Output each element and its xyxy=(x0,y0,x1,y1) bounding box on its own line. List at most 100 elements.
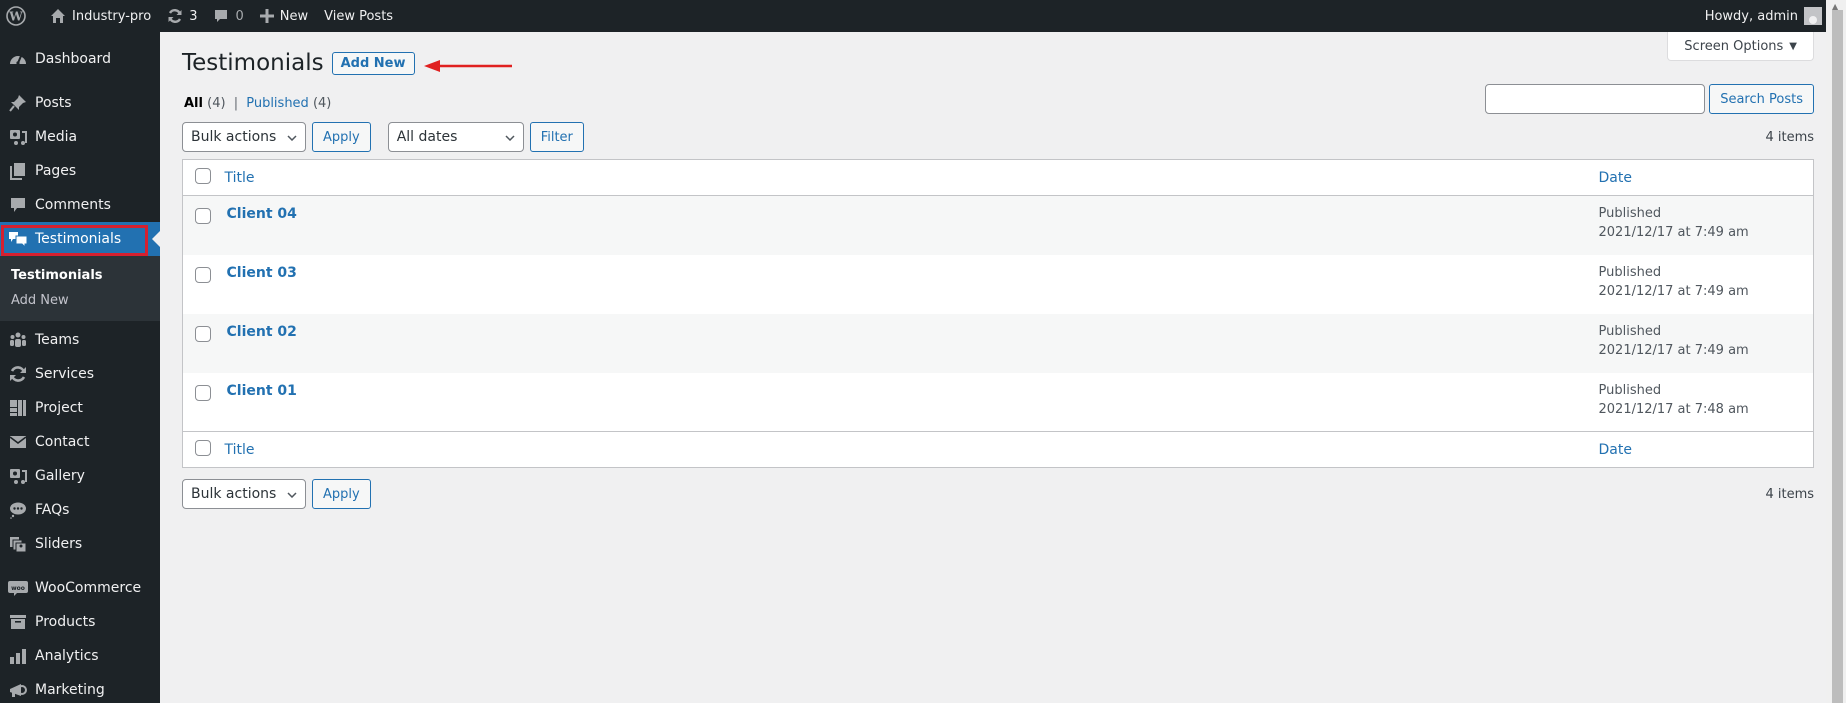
sidebar-item-media[interactable]: Media xyxy=(0,120,160,154)
filter-all-label: All xyxy=(184,96,203,111)
sidebar-item-label: Gallery xyxy=(35,468,85,484)
sidebar-item-label: Analytics xyxy=(35,648,99,664)
new-content-menu[interactable]: New xyxy=(252,0,316,32)
filter-separator: | xyxy=(233,96,239,111)
sidebar-item-products[interactable]: Products xyxy=(0,605,160,639)
format-chat-icon xyxy=(8,500,28,520)
wp-logo-menu[interactable]: W xyxy=(0,0,34,32)
sidebar-item-sliders[interactable]: Sliders xyxy=(0,527,160,561)
archive-icon xyxy=(8,612,28,632)
media-icon xyxy=(8,127,28,147)
sidebar-item-services[interactable]: Services xyxy=(0,357,160,391)
plus-icon xyxy=(259,9,274,23)
row-checkbox[interactable] xyxy=(195,384,211,401)
search-posts-button[interactable]: Search Posts xyxy=(1709,84,1814,114)
sidebar-item-contact[interactable]: Contact xyxy=(0,425,160,459)
page-scrollbar[interactable]: ▲ xyxy=(1826,0,1846,703)
sort-title-link[interactable]: Title xyxy=(225,170,255,186)
new-label: New xyxy=(279,8,309,24)
filter-published[interactable]: Published (4) xyxy=(246,96,331,111)
sidebar-item-faqs[interactable]: FAQs xyxy=(0,493,160,527)
page-title: Testimonials xyxy=(182,50,324,76)
slides-icon xyxy=(8,534,28,554)
sort-title-link-footer[interactable]: Title xyxy=(225,442,255,458)
update-icon xyxy=(167,8,183,24)
scrollbar-thumb[interactable] xyxy=(1832,10,1843,703)
sidebar-item-label: Pages xyxy=(35,163,77,179)
admin-sidebar: Dashboard Posts Media Pages Comments Tes… xyxy=(0,32,160,703)
media-icon xyxy=(8,466,28,486)
sidebar-item-testimonials[interactable]: Testimonials xyxy=(0,222,160,256)
sidebar-item-label: Dashboard xyxy=(35,51,111,67)
sidebar-item-project[interactable]: Project xyxy=(0,391,160,425)
pin-icon xyxy=(8,93,28,113)
portfolio-icon xyxy=(8,398,28,418)
chart-bar-icon xyxy=(8,646,28,666)
comments-menu[interactable]: 0 xyxy=(205,0,251,32)
select-all-cell xyxy=(183,160,225,196)
screen-options-button[interactable]: Screen Options ▼ xyxy=(1667,32,1814,61)
status-filter-links: All (4) | Published (4) xyxy=(184,96,331,111)
site-name-menu[interactable]: Industry-pro xyxy=(42,0,159,32)
table-row: Client 04 Published 2021/12/17 at 7:49 am xyxy=(182,195,1814,255)
sidebar-item-analytics[interactable]: Analytics xyxy=(0,639,160,673)
sidebar-item-gallery[interactable]: Gallery xyxy=(0,459,160,493)
bulk-actions-select-bottom[interactable]: Bulk actions xyxy=(182,479,306,509)
updates-count: 3 xyxy=(189,8,198,24)
select-all-checkbox[interactable] xyxy=(195,167,211,184)
svg-text:W: W xyxy=(8,10,23,24)
wordpress-logo-icon: W xyxy=(6,6,26,26)
sidebar-item-teams[interactable]: Teams xyxy=(0,323,160,357)
page-heading: Testimonials Add New xyxy=(182,50,415,76)
filter-published-count: (4) xyxy=(312,96,332,111)
sidebar-item-woocommerce[interactable]: woo WooCommerce xyxy=(0,571,160,605)
sidebar-item-label: Teams xyxy=(35,332,80,348)
home-icon xyxy=(50,8,66,24)
row-title-link[interactable]: Client 02 xyxy=(225,324,297,340)
row-date: 2021/12/17 at 7:49 am xyxy=(1598,342,1749,358)
tablenav-top: Bulk actions Apply All dates Filter 4 it… xyxy=(182,122,1814,152)
row-checkbox[interactable] xyxy=(195,266,211,283)
add-new-button[interactable]: Add New xyxy=(331,51,415,75)
caret-down-icon: ▼ xyxy=(1789,40,1797,52)
table-footer-row: Title Date xyxy=(182,431,1814,468)
bulk-actions-value: Bulk actions xyxy=(191,486,277,502)
submenu-item-add-new[interactable]: Add New xyxy=(0,288,160,313)
row-checkbox[interactable] xyxy=(195,325,211,342)
updates-menu[interactable]: 3 xyxy=(159,0,205,32)
filter-button[interactable]: Filter xyxy=(529,122,584,152)
row-title-link[interactable]: Client 04 xyxy=(225,206,297,222)
my-account-menu[interactable]: Howdy, admin xyxy=(1697,0,1826,32)
apply-button[interactable]: Apply xyxy=(312,122,371,152)
sidebar-item-marketing[interactable]: Marketing xyxy=(0,673,160,703)
select-all-checkbox-footer[interactable] xyxy=(195,439,211,456)
comment-icon xyxy=(213,8,229,24)
search-input[interactable] xyxy=(1485,84,1706,114)
table-row: Client 03 Published 2021/12/17 at 7:49 am xyxy=(183,255,1814,314)
filter-all[interactable]: All (4) xyxy=(184,96,226,111)
woo-icon: woo xyxy=(8,578,28,598)
sort-date-link-footer[interactable]: Date xyxy=(1599,442,1632,458)
submenu-item-testimonials[interactable]: Testimonials xyxy=(0,263,160,288)
chevron-down-icon xyxy=(287,488,297,501)
apply-button-bottom[interactable]: Apply xyxy=(312,479,371,509)
date-filter-select[interactable]: All dates xyxy=(387,122,524,152)
search-box: Search Posts xyxy=(1485,84,1814,114)
sidebar-item-posts[interactable]: Posts xyxy=(0,86,160,120)
chevron-down-icon xyxy=(287,131,297,144)
sort-date-link[interactable]: Date xyxy=(1599,170,1632,186)
row-date: 2021/12/17 at 7:49 am xyxy=(1598,225,1749,240)
svg-text:woo: woo xyxy=(11,585,25,592)
row-title-link[interactable]: Client 01 xyxy=(225,383,297,399)
bulk-actions-select[interactable]: Bulk actions xyxy=(182,122,306,152)
row-checkbox[interactable] xyxy=(195,208,211,224)
sidebar-item-label: Project xyxy=(35,400,83,416)
sidebar-item-dashboard[interactable]: Dashboard xyxy=(0,42,160,76)
sidebar-item-comments[interactable]: Comments xyxy=(0,188,160,222)
filter-all-count: (4) xyxy=(207,96,226,111)
row-title-link[interactable]: Client 03 xyxy=(225,265,297,281)
sidebar-item-pages[interactable]: Pages xyxy=(0,154,160,188)
row-status: Published xyxy=(1598,323,1662,339)
view-posts-link[interactable]: View Posts xyxy=(316,0,401,32)
sidebar-item-label: Contact xyxy=(35,434,90,450)
